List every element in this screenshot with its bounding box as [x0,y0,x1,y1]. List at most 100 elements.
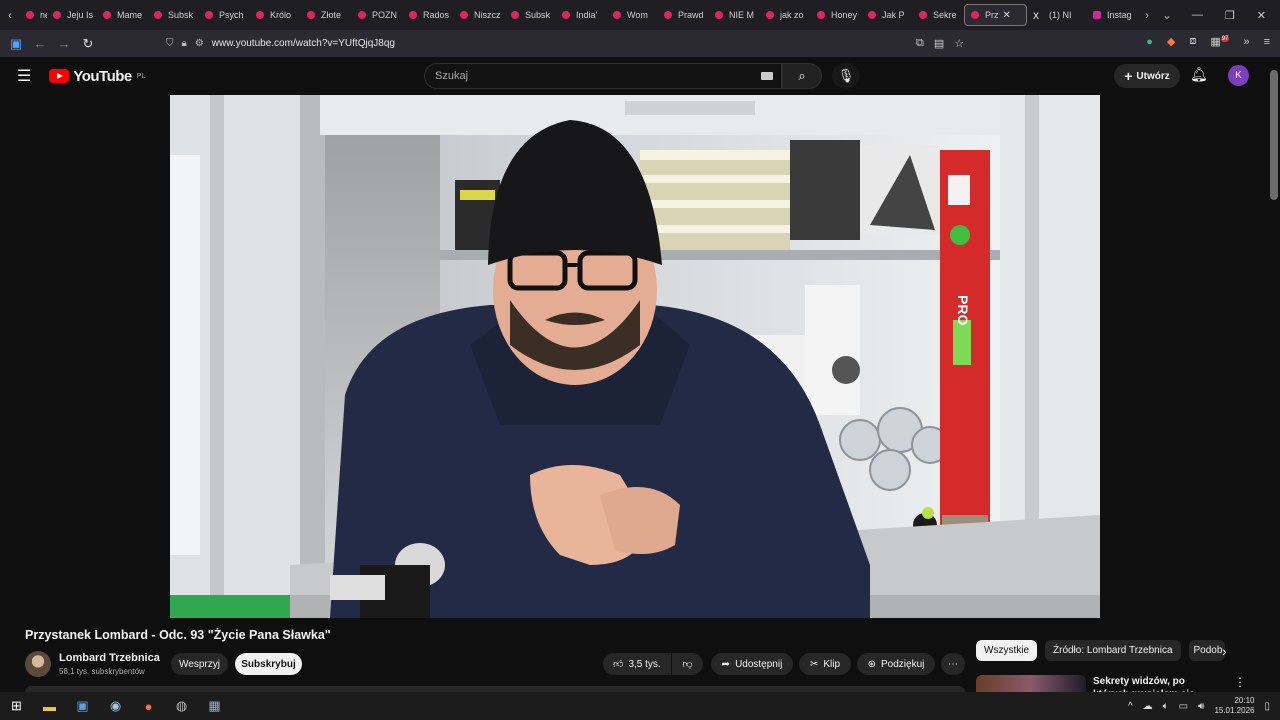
vpn-extension-icon[interactable]: ● [1146,36,1153,48]
clock-time: 20:10 [1234,696,1255,705]
extensions-icon[interactable]: ⧈ [1189,35,1196,48]
windows-start-icon[interactable]: ⊞ [0,692,33,720]
minimize-icon[interactable]: — [1192,9,1203,21]
tab-scroll-right-icon[interactable]: › [1137,8,1157,22]
subscribe-button[interactable]: Subskrybuj [235,653,302,675]
reader-icon[interactable]: ▤ [934,37,944,50]
keyboard-icon[interactable] [761,72,773,80]
thanks-button[interactable]: ⊛ Podziękuj [857,653,935,675]
recommended-thumbnail[interactable] [976,675,1086,693]
browser-tab[interactable]: Jak P [862,4,913,26]
support-button[interactable]: Wesprzyj [171,653,228,675]
browser-tab[interactable]: Psych [199,4,250,26]
browser-tab[interactable]: Wom [607,4,658,26]
address-bar[interactable]: ⛉ 🔒︎ ⚙ www.youtube.com/watch?v=YUftQjqJ8… [166,33,1036,55]
account-avatar[interactable]: K [1228,65,1249,86]
fox-extension-icon[interactable]: ◆ [1167,35,1175,48]
browser-tab[interactable]: Prawd [658,4,709,26]
chip-similar[interactable]: Podob [1188,640,1225,661]
chip-all[interactable]: Wszystkie [976,640,1037,661]
scissors-icon: ✂ [809,658,819,670]
browser-tab[interactable]: India' [556,4,607,26]
badge-extension-icon[interactable]: ▦97 [1210,35,1230,48]
browser-tab[interactable]: Jeju Is [47,4,97,26]
volume-icon[interactable]: 🔈︎ [1163,701,1169,712]
browser-tab[interactable]: POZN [352,4,403,26]
notifications-icon[interactable]: ▯ [1264,701,1270,712]
share-icon: ➦ [721,658,731,670]
app-icon[interactable]: ◍ [165,692,198,720]
display-icon[interactable]: ▭ [1179,701,1188,712]
browser-tab[interactable]: Złote [301,4,352,26]
browser-tab[interactable]: Instag [1087,4,1137,26]
clock[interactable]: 20:10 15.01.2026 [1214,696,1254,716]
tab-favicon-icon [919,11,927,19]
browser-tab[interactable]: NIE M [709,4,760,26]
browser-tab[interactable]: Mame [97,4,148,26]
close-window-icon[interactable]: ✕ [1257,9,1266,22]
restore-icon[interactable]: ❐ [1225,9,1235,22]
app-menu-icon[interactable]: ≡ [1264,36,1270,48]
browser-tab[interactable]: Prz ✕ [964,4,1027,26]
calculator-icon[interactable]: ▦ [198,692,231,720]
page-scrollbar-thumb[interactable] [1270,70,1278,200]
youtube-logo[interactable]: YouTube PL [49,68,145,85]
browser-tab[interactable]: Subsk [505,4,556,26]
tab-favicon-icon [715,11,723,19]
permissions-icon[interactable]: ⚙ [195,38,204,49]
voice-search-button[interactable]: 🎙︎ [832,63,860,89]
recommended-menu-icon[interactable]: ⋮ [1234,675,1246,689]
like-button[interactable]: 👍︎ 3,5 tys. [603,653,671,675]
search-button[interactable]: ⌕ [782,63,822,89]
youtube-header: ☰ YouTube PL Szukaj ⌕ 🎙︎ + Utwórz 🔔︎ K [0,57,1268,95]
browser-tab[interactable]: Królo [250,4,301,26]
firefox-icon[interactable]: ● [132,692,165,720]
reload-icon[interactable]: ↻ [76,36,100,52]
share-button[interactable]: ➦ Udostępnij [711,653,793,675]
file-explorer-icon[interactable]: ▬ [33,692,66,720]
speaker-icon[interactable]: 🔊︎ [1198,701,1204,712]
chips-next-chevron-icon[interactable]: › [1222,643,1227,659]
browser-tab[interactable]: Sekre [913,4,964,26]
overflow-chevron-icon[interactable]: » [1243,36,1249,48]
bookmark-star-icon[interactable]: ☆ [954,37,964,50]
more-actions-button[interactable]: ⋯ [941,653,965,675]
url-text[interactable]: www.youtube.com/watch?v=YUftQjqJ8qg [212,38,395,49]
back-icon[interactable]: ← [28,36,52,51]
forward-icon[interactable]: → [52,36,76,51]
browser-tab[interactable]: Rados [403,4,454,26]
shield-icon[interactable]: ⛉ [166,38,174,49]
browser-tab[interactable]: X (1) NI [1027,4,1087,26]
recommended-title[interactable]: Sekrety widzów, po których musiałam się … [1093,675,1223,693]
create-button[interactable]: + Utwórz [1114,64,1180,88]
steam-icon[interactable]: ◉ [99,692,132,720]
browser-tab[interactable]: Subsk [148,4,199,26]
notifications-bell-icon[interactable]: 🔔︎ [1190,66,1208,83]
control-panel-icon[interactable]: ▣ [66,692,99,720]
browser-tab[interactable]: Honey [811,4,862,26]
tray-expand-icon[interactable]: ^ [1128,701,1133,712]
pip-icon[interactable]: ⧉ [916,37,924,50]
chip-source[interactable]: Źródło: Lombard Trzebnica [1045,640,1181,661]
channel-name[interactable]: Lombard Trzebnica [59,652,160,664]
lock-icon[interactable]: 🔒︎ [182,38,187,49]
level-label: PRO [955,295,971,325]
recommended-video[interactable]: Sekrety widzów, po których musiałam się … [976,673,1266,693]
tab-list-chevron-icon[interactable]: ⌄ [1157,8,1177,22]
tab-scroll-left-icon[interactable]: ‹ [0,8,20,22]
tab-label: Złote [321,10,342,20]
sidebar-toggle-icon[interactable]: ▣ [4,36,28,52]
browser-tab[interactable]: ne [20,4,47,26]
browser-nav-bar: ▣ ← → ↻ ⛉ 🔒︎ ⚙ www.youtube.com/watch?v=Y… [0,30,1280,57]
tab-close-icon[interactable]: ✕ [1003,10,1011,21]
channel-avatar[interactable] [25,651,51,677]
tab-label: Rados [423,10,450,20]
hamburger-menu-icon[interactable]: ☰ [17,66,31,86]
video-player[interactable]: PRO [170,95,1100,618]
clip-button[interactable]: ✂ Klip [799,653,851,675]
network-cloud-icon[interactable]: ☁ [1143,701,1153,712]
browser-tab[interactable]: Niszcz [454,4,505,26]
dislike-button[interactable]: 👎︎ [672,653,703,675]
browser-tab[interactable]: jak zo [760,4,811,26]
search-input[interactable]: Szukaj [424,63,782,89]
